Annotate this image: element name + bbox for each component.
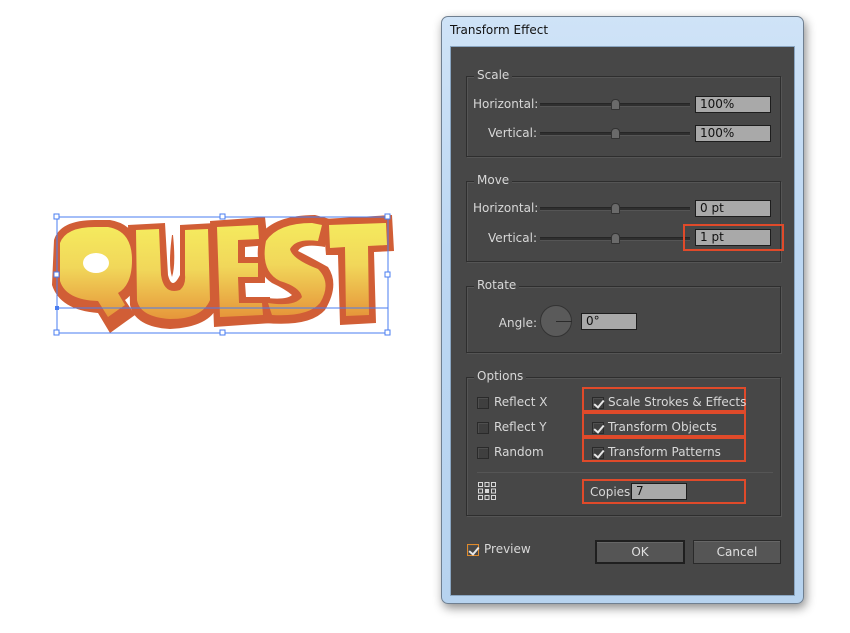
move-horizontal-label: Horizontal: (473, 201, 539, 215)
handle-bottom-center (219, 329, 226, 336)
reflect-y-label[interactable]: Reflect Y (494, 420, 547, 434)
handle-top-left (53, 213, 60, 220)
move-horizontal-input[interactable]: 0 pt (695, 200, 771, 217)
angle-dial[interactable] (540, 305, 572, 337)
quest-artwork[interactable] (40, 205, 400, 345)
transform-objects-label[interactable]: Transform Objects (608, 420, 717, 434)
slider-thumb[interactable] (611, 99, 620, 110)
preview-label[interactable]: Preview (484, 542, 531, 556)
scale-horizontal-label: Horizontal: (473, 97, 539, 111)
transform-effect-dialog: Transform Effect Scale Horizontal: 100% … (441, 16, 804, 604)
angle-dial-hand (556, 321, 572, 322)
random-label[interactable]: Random (494, 445, 544, 459)
move-vertical-slider[interactable] (540, 233, 690, 245)
move-vertical-label: Vertical: (488, 231, 537, 245)
angle-input[interactable]: 0° (581, 313, 637, 330)
move-vertical-highlight (683, 224, 784, 251)
dialog-title: Transform Effect (450, 23, 549, 37)
handle-top-center (219, 213, 226, 220)
random-checkbox[interactable] (477, 447, 489, 459)
handle-bottom-right (384, 329, 391, 336)
transform-patterns-checkbox[interactable] (592, 447, 604, 459)
reflect-x-checkbox[interactable] (477, 397, 489, 409)
angle-label: Angle: (498, 316, 537, 330)
quest-q-hole (83, 253, 109, 273)
scale-vertical-slider[interactable] (540, 128, 690, 140)
scale-vertical-label: Vertical: (488, 126, 537, 140)
scale-horizontal-slider[interactable] (540, 99, 690, 111)
scale-group: Scale (466, 68, 781, 157)
options-group-label: Options (474, 369, 527, 383)
handle-middle-left (53, 271, 60, 278)
slider-thumb[interactable] (611, 233, 620, 244)
rotate-group-label: Rotate (474, 278, 520, 292)
options-divider (477, 472, 773, 473)
preview-checkbox[interactable] (467, 544, 479, 556)
handle-top-right (384, 213, 391, 220)
cancel-button[interactable]: Cancel (693, 540, 781, 564)
transform-objects-checkbox[interactable] (592, 422, 604, 434)
handle-bottom-left (53, 329, 60, 336)
copies-label: Copies (590, 485, 631, 499)
quest-fill (60, 223, 387, 319)
move-horizontal-slider[interactable] (540, 203, 690, 215)
handle-middle-right (384, 271, 391, 278)
scale-strokes-checkbox[interactable] (592, 397, 604, 409)
quest-artwork-svg (52, 213, 394, 336)
reference-point-icon[interactable] (477, 481, 497, 501)
slider-thumb[interactable] (611, 203, 620, 214)
reflect-y-checkbox[interactable] (477, 422, 489, 434)
scale-strokes-label[interactable]: Scale Strokes & Effects (608, 395, 746, 409)
copies-input[interactable]: 7 (631, 483, 687, 500)
anchor-point (55, 306, 59, 310)
move-group-label: Move (474, 173, 513, 187)
scale-vertical-input[interactable]: 100% (695, 125, 771, 142)
scale-group-label: Scale (474, 68, 513, 82)
ok-button[interactable]: OK (595, 540, 685, 564)
scale-horizontal-input[interactable]: 100% (695, 96, 771, 113)
reflect-x-label[interactable]: Reflect X (494, 395, 547, 409)
quest-u-gap (170, 235, 175, 277)
slider-thumb[interactable] (611, 128, 620, 139)
dialog-body: Scale Horizontal: 100% Vertical: 100% Mo… (450, 46, 795, 596)
transform-patterns-label[interactable]: Transform Patterns (608, 445, 721, 459)
